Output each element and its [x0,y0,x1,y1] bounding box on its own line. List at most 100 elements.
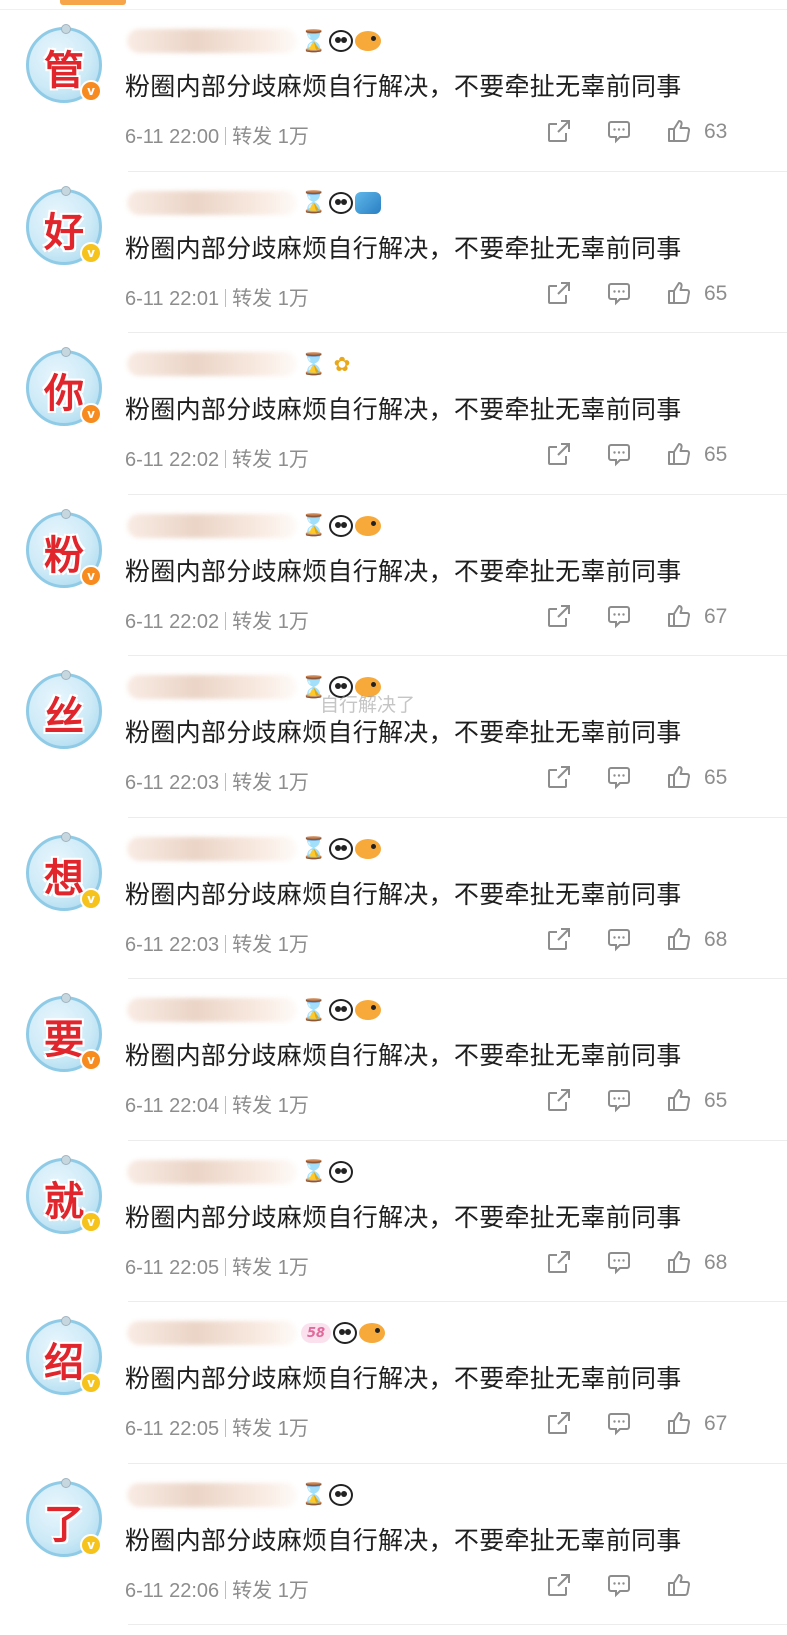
like-icon[interactable] [666,603,692,629]
comment-item[interactable]: 丝 ⌛ 粉圈内部分歧麻烦自行解决，不要牵扯无辜前同事 6-11 22:03 转发 … [0,656,787,818]
hourglass-icon: ⌛ [300,1482,328,1506]
verified-badge-icon: v [80,1372,102,1394]
repost-label: 转发 [232,287,273,310]
sunflower-icon: ✿ [333,352,351,376]
comment-icon[interactable] [606,1572,632,1598]
comment-item[interactable]: 要 v ⌛ 粉圈内部分歧麻烦自行解决，不要牵扯无辜前同事 6-11 22:04 转… [0,979,787,1141]
username-redacted[interactable] [127,1482,297,1507]
avatar-ornament [61,1154,71,1165]
comment-text: 粉圈内部分歧麻烦自行解决，不要牵扯无辜前同事 [125,556,682,586]
action-bar: 65 [546,437,786,471]
like-icon[interactable] [666,764,692,790]
share-icon[interactable] [546,1572,572,1598]
comment-meta: 6-11 22:01 转发 1万 [125,282,309,311]
username-row[interactable]: ⌛ ✿ [127,347,357,381]
hourglass-icon: ⌛ [300,674,328,699]
meta-divider [225,288,227,307]
username-row[interactable]: ⌛ [127,1478,355,1512]
username-redacted[interactable] [127,998,297,1022]
comment-text: 粉圈内部分歧麻烦自行解决，不要牵扯无辜前同事 [125,879,682,909]
pufferfish-icon [359,1323,386,1343]
username-redacted[interactable] [127,29,297,53]
username-redacted[interactable] [127,836,297,861]
repost-count: 1万 [277,610,309,633]
username-row[interactable]: ⌛ [127,993,383,1027]
comment-meta: 6-11 22:02 转发 1万 [125,605,309,634]
share-icon[interactable] [546,280,572,306]
share-icon[interactable] [546,764,572,790]
avatar[interactable]: 丝 [26,670,102,749]
comment-icon[interactable] [606,118,632,144]
hourglass-icon: ⌛ [300,836,328,860]
timestamp: 6-11 22:04 [125,1095,220,1117]
comment-icon[interactable] [606,1087,632,1113]
avatar-ornament [61,831,71,842]
like-icon[interactable] [666,926,692,952]
comment-item[interactable]: 想 v ⌛ 粉圈内部分歧麻烦自行解决，不要牵扯无辜前同事 6-11 22:03 转… [0,818,787,979]
comment-feed: 管 v ⌛ 粉圈内部分歧麻烦自行解决，不要牵扯无辜前同事 6-11 22:00 转… [0,10,787,1625]
like-icon[interactable] [666,441,692,467]
username-redacted[interactable] [127,352,297,376]
username-redacted[interactable] [127,1321,297,1345]
share-icon[interactable] [546,1249,572,1275]
comment-icon[interactable] [606,764,632,790]
username-row[interactable]: ⌛ [127,186,383,220]
action-bar: 65 [546,760,786,794]
like-icon[interactable] [666,1572,692,1598]
pufferfish-icon [355,515,381,536]
comment-item[interactable]: 就 v ⌛ 粉圈内部分歧麻烦自行解决，不要牵扯无辜前同事 6-11 22:05 转… [0,1141,787,1302]
username-row[interactable]: ⌛ [127,832,383,866]
action-bar: 65 [546,1083,786,1117]
comment-icon[interactable] [606,1410,632,1436]
meta-divider [225,1419,227,1437]
action-bar: 68 [546,1245,786,1279]
comment-icon[interactable] [606,441,632,467]
avatar-ornament [61,1477,71,1488]
share-icon[interactable] [546,118,572,144]
username-row[interactable]: ⌛ [127,1155,355,1189]
comment-meta: 6-11 22:04 转发 1万 [125,1089,309,1118]
comment-item[interactable]: 绍 v 58 粉圈内部分歧麻烦自行解决，不要牵扯无辜前同事 6-11 22:05… [0,1302,787,1464]
username-row[interactable]: ⌛ [127,670,383,704]
like-icon[interactable] [666,1249,692,1275]
username-redacted[interactable] [127,675,297,699]
like-icon[interactable] [666,1410,692,1436]
share-icon[interactable] [546,603,572,629]
username-row[interactable]: ⌛ [127,509,383,543]
username-redacted[interactable] [127,513,297,538]
comment-meta: 6-11 22:05 转发 1万 [125,1251,309,1280]
username-redacted[interactable] [127,1159,297,1184]
username-redacted[interactable] [127,190,297,215]
meta-divider [225,934,227,953]
comment-item[interactable]: 你 v ⌛ ✿ 粉圈内部分歧麻烦自行解决，不要牵扯无辜前同事 6-11 22:02… [0,333,787,495]
panda-icon [329,1483,353,1506]
comment-item[interactable]: 粉 v ⌛ 粉圈内部分歧麻烦自行解决，不要牵扯无辜前同事 6-11 22:02 转… [0,495,787,656]
comment-text: 粉圈内部分歧麻烦自行解决，不要牵扯无辜前同事 [125,395,682,424]
comment-item[interactable]: 了 v ⌛ 粉圈内部分歧麻烦自行解决，不要牵扯无辜前同事 6-11 22:06 转… [0,1464,787,1625]
username-row[interactable]: ⌛ [127,24,383,58]
share-icon[interactable] [546,926,572,952]
panda-icon [329,30,353,52]
like-icon[interactable] [666,280,692,306]
share-icon[interactable] [546,1410,572,1436]
comment-icon[interactable] [606,603,632,629]
comment-icon[interactable] [606,926,632,952]
share-icon[interactable] [546,1087,572,1113]
like-count: 65 [704,281,728,305]
comment-icon[interactable] [606,1249,632,1275]
avatar-ornament [61,670,71,680]
top-indicator [60,0,126,5]
repost-count: 1万 [277,1256,309,1279]
comment-item[interactable]: 管 v ⌛ 粉圈内部分歧麻烦自行解决，不要牵扯无辜前同事 6-11 22:00 转… [0,10,787,172]
repost-label: 转发 [232,772,273,794]
like-icon[interactable] [666,118,692,144]
pufferfish-icon [355,677,381,697]
comment-item[interactable]: 好 v ⌛ 粉圈内部分歧麻烦自行解决，不要牵扯无辜前同事 6-11 22:01 转… [0,172,787,333]
share-icon[interactable] [546,441,572,467]
comment-icon[interactable] [606,280,632,306]
comment-meta: 6-11 22:00 转发 1万 [125,120,309,149]
username-row[interactable]: 58 [127,1316,387,1350]
fan-level-badge: 58 [301,1323,332,1343]
action-bar: 65 [546,276,786,310]
like-icon[interactable] [666,1087,692,1113]
